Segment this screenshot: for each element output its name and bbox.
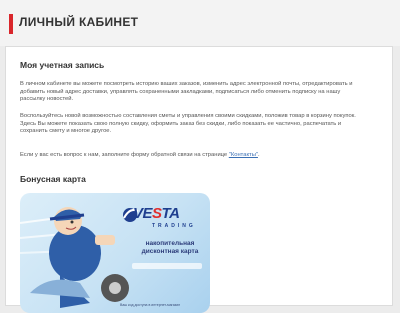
bonus-card-heading: Бонусная карта: [20, 174, 86, 184]
account-heading: Моя учетная запись: [20, 60, 105, 70]
card-barcode-area: [132, 263, 202, 269]
card-caption-line2: дисконтная карта: [141, 248, 199, 255]
card-footer-text: Ваш код доступа в интернет-магазин: [120, 303, 181, 307]
card-caption-line1: накопительная: [145, 240, 195, 247]
page-title: ЛИЧНЫЙ КАБИНЕТ: [19, 15, 139, 29]
contact-suffix: .: [257, 152, 260, 158]
vesta-logo: VESTA: [133, 205, 180, 222]
account-panel: Моя учетная запись В личном кабинете вы …: [5, 46, 393, 313]
contacts-link[interactable]: "Контакты": [229, 152, 258, 158]
header-accent-bar: [9, 14, 13, 34]
contact-paragraph: Если у вас есть вопрос к нам, заполните …: [20, 152, 365, 160]
bonus-card-image: VESTA TRADING накопительная дисконтная к…: [20, 193, 210, 313]
account-intro-paragraph: В личном кабинете вы можете посмотреть и…: [20, 81, 353, 103]
estimate-paragraph: Воспользуйтесь новой возможностью состав…: [20, 113, 356, 135]
trading-label: TRADING: [152, 223, 196, 229]
card-caption: накопительная дисконтная карта: [130, 240, 210, 256]
page-header: ЛИЧНЫЙ КАБИНЕТ: [0, 0, 400, 46]
contact-text: Если у вас есть вопрос к нам, заполните …: [20, 152, 229, 158]
